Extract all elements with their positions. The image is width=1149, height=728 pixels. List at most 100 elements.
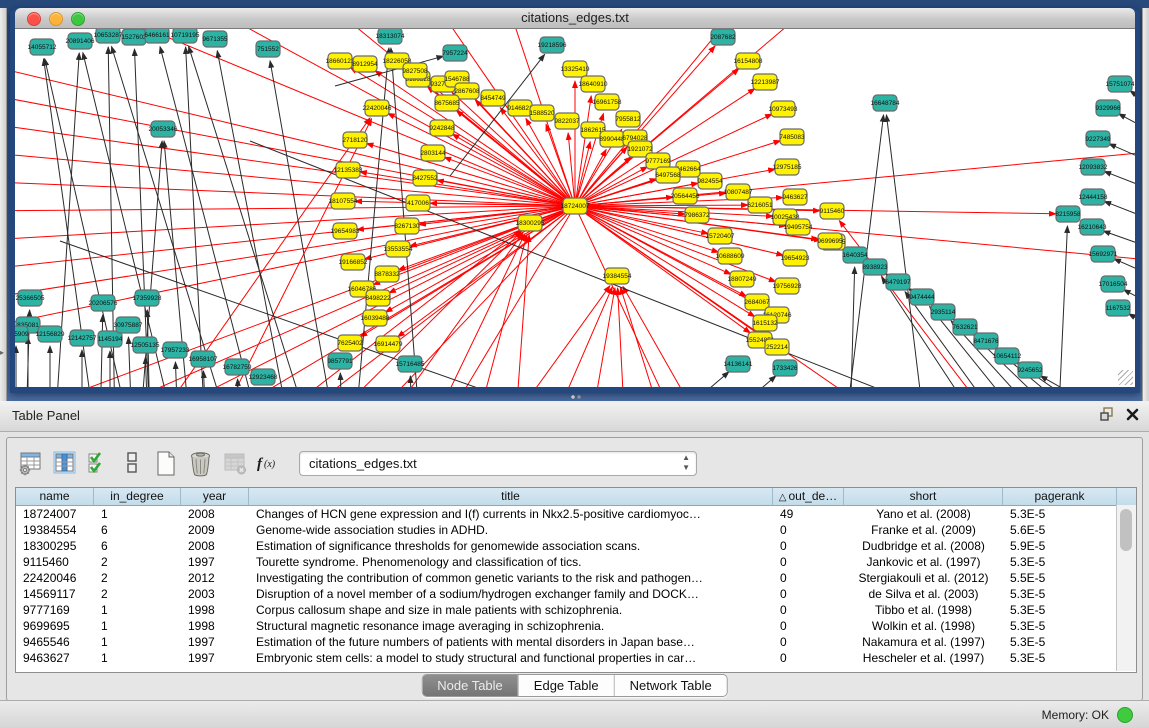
graph-node[interactable]: 9329966 bbox=[1095, 100, 1121, 116]
graph-node[interactable]: 20053346 bbox=[149, 121, 178, 137]
graph-node[interactable]: 12444158 bbox=[1079, 189, 1108, 205]
graph-node[interactable]: 2087682 bbox=[710, 29, 736, 45]
graph-node[interactable]: 8938923 bbox=[862, 259, 888, 275]
graph-edge[interactable] bbox=[1058, 226, 1067, 387]
graph-edge[interactable] bbox=[618, 288, 625, 387]
graph-node[interactable]: 16210643 bbox=[1078, 219, 1107, 235]
graph-node[interactable]: 7625402 bbox=[337, 335, 363, 351]
graph-edge[interactable] bbox=[15, 91, 575, 206]
graph-node[interactable]: 16154808 bbox=[734, 53, 763, 69]
graph-node[interactable]: 9463627 bbox=[782, 189, 808, 205]
graph-node[interactable]: 252214 bbox=[765, 339, 789, 355]
graph-node[interactable]: 9245652 bbox=[1017, 362, 1043, 378]
graph-node[interactable]: 2718120 bbox=[342, 132, 368, 148]
graph-node[interactable]: 12213987 bbox=[751, 74, 780, 90]
graph-edge[interactable] bbox=[15, 61, 575, 206]
graph-node[interactable]: 20206576 bbox=[89, 295, 118, 311]
graph-node[interactable]: 12093832 bbox=[1079, 159, 1108, 175]
graph-node[interactable]: 19654923 bbox=[781, 250, 810, 266]
delete-trash-icon[interactable] bbox=[183, 447, 217, 479]
graph-node[interactable]: 6479197 bbox=[885, 274, 911, 290]
graph-node[interactable]: 9699695 bbox=[817, 233, 843, 249]
network-window-titlebar[interactable]: citations_edges.txt bbox=[15, 8, 1135, 29]
graph-edge[interactable] bbox=[203, 371, 206, 387]
graph-node[interactable]: 10654112 bbox=[993, 348, 1022, 364]
graph-node[interactable]: 7986372 bbox=[684, 207, 710, 223]
graph-node[interactable]: 751552 bbox=[256, 41, 280, 57]
graph-edge[interactable] bbox=[515, 235, 529, 387]
graph-node[interactable]: 15751074 bbox=[1106, 76, 1135, 92]
graph-node[interactable]: 10973493 bbox=[769, 101, 798, 117]
graph-edge[interactable] bbox=[340, 373, 342, 387]
graph-edge[interactable] bbox=[1119, 114, 1135, 136]
graph-node[interactable]: 7485083 bbox=[779, 129, 805, 145]
graph-node[interactable]: 9827508 bbox=[402, 63, 428, 79]
graph-node[interactable]: 1615132 bbox=[752, 315, 778, 331]
graph-edge[interactable] bbox=[410, 206, 575, 246]
row-checks-icon[interactable] bbox=[81, 447, 115, 479]
table-row[interactable]: 1938455462009Genome-wide association stu… bbox=[16, 522, 1136, 538]
graph-node[interactable]: 9227349 bbox=[1085, 131, 1111, 147]
graph-node[interactable]: 20564456 bbox=[671, 188, 700, 204]
graph-node[interactable]: 8498222 bbox=[365, 290, 391, 306]
graph-edge[interactable] bbox=[270, 61, 335, 387]
graph-edge[interactable] bbox=[1130, 91, 1135, 111]
select-columns-icon[interactable] bbox=[47, 447, 81, 479]
graph-node[interactable]: 9857791 bbox=[327, 353, 353, 369]
column-header-in_degree[interactable]: in_degree bbox=[94, 488, 181, 505]
graph-node[interactable]: 17359928 bbox=[133, 290, 162, 306]
graph-node[interactable]: 14136141 bbox=[724, 356, 753, 372]
graph-edge[interactable] bbox=[160, 47, 260, 387]
graph-edge[interactable] bbox=[444, 157, 575, 206]
graph-node[interactable]: 9671355 bbox=[202, 31, 228, 47]
graph-edge[interactable] bbox=[1104, 201, 1135, 223]
graph-edge[interactable] bbox=[175, 362, 178, 387]
graph-node[interactable]: 8878332 bbox=[374, 266, 400, 282]
graph-node[interactable]: 16648784 bbox=[871, 95, 900, 111]
graph-node[interactable]: 8267130 bbox=[394, 218, 420, 234]
graph-node[interactable]: 16039488 bbox=[361, 310, 390, 326]
graph-node[interactable]: 13553554 bbox=[384, 241, 413, 257]
graph-node[interactable]: 18640910 bbox=[579, 76, 608, 92]
graph-node[interactable]: 8427552 bbox=[412, 170, 438, 186]
graph-node[interactable]: 8471676 bbox=[973, 333, 999, 349]
graph-node[interactable]: 9822037 bbox=[554, 113, 580, 129]
graph-node[interactable]: 30975887 bbox=[114, 317, 143, 333]
graph-node[interactable]: 19218596 bbox=[538, 37, 567, 53]
graph-node[interactable]: 16782759 bbox=[223, 359, 252, 375]
graph-node[interactable]: 6497568 bbox=[655, 167, 681, 183]
table-settings-icon[interactable] bbox=[13, 447, 47, 479]
graph-node[interactable]: 17016504 bbox=[1099, 276, 1128, 292]
column-header-year[interactable]: year bbox=[181, 488, 249, 505]
graph-edge[interactable] bbox=[80, 29, 575, 206]
table-vertical-scrollbar[interactable] bbox=[1116, 505, 1136, 671]
graph-node[interactable]: 16914479 bbox=[374, 336, 403, 352]
import-table-disabled-icon[interactable] bbox=[217, 447, 251, 479]
scrollbar-thumb[interactable] bbox=[1120, 509, 1132, 551]
table-row[interactable]: 1830029562008Estimation of significance … bbox=[16, 538, 1136, 554]
graph-node[interactable]: 3315909 bbox=[15, 326, 29, 342]
graph-node[interactable]: 19654983 bbox=[331, 223, 360, 239]
graph-node[interactable]: 9824554 bbox=[697, 173, 723, 189]
tab-edge-table[interactable]: Edge Table bbox=[518, 675, 614, 696]
graph-edge[interactable] bbox=[100, 315, 103, 387]
table-row[interactable]: 1456911722003Disruption of a novel membe… bbox=[16, 586, 1136, 602]
column-header-title[interactable]: title bbox=[249, 488, 773, 505]
window-resize-grip[interactable] bbox=[1118, 370, 1133, 385]
table-row[interactable]: 969969511998Structural magnetic resonanc… bbox=[16, 618, 1136, 634]
graph-node[interactable]: 19495754 bbox=[784, 219, 813, 235]
graph-node[interactable]: 1167532 bbox=[1106, 300, 1131, 316]
graph-node[interactable]: 13325419 bbox=[561, 61, 590, 77]
graph-edge[interactable] bbox=[186, 47, 205, 387]
graph-edge[interactable] bbox=[575, 206, 750, 333]
close-panel-icon[interactable] bbox=[1126, 408, 1139, 421]
table-row[interactable]: 911546021997Tourette syndrome. Phenomeno… bbox=[16, 554, 1136, 570]
graph-node[interactable]: 8215958 bbox=[1055, 206, 1081, 222]
graph-node[interactable]: 12923468 bbox=[249, 369, 278, 385]
graph-node[interactable]: 10653287 bbox=[94, 29, 123, 43]
column-header-out_de[interactable]: △out_de… bbox=[773, 488, 844, 505]
panel-collapse-arrow-icon[interactable]: ▸ bbox=[0, 348, 4, 357]
graph-node[interactable]: 9115460 bbox=[820, 203, 845, 219]
graph-node[interactable]: 8912954 bbox=[352, 56, 378, 72]
graph-node[interactable]: 9242848 bbox=[429, 120, 455, 136]
